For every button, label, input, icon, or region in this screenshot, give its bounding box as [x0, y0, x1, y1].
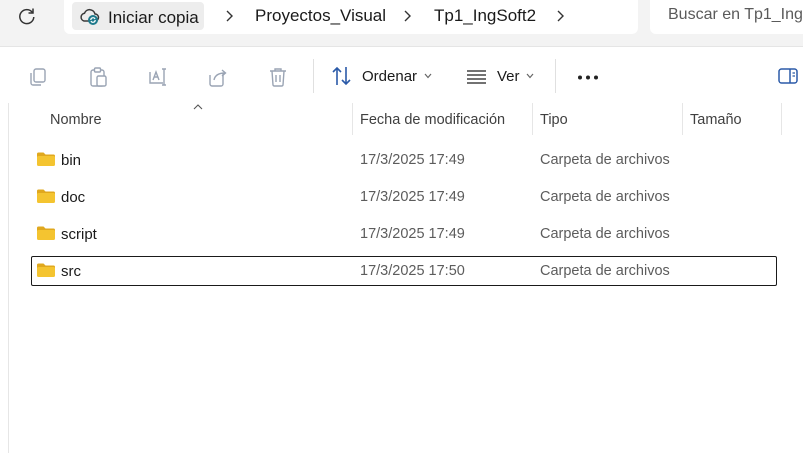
column-divider[interactable]: [532, 103, 533, 135]
paste-icon[interactable]: [87, 66, 109, 88]
folder-icon: [37, 263, 55, 277]
table-row[interactable]: bin 17/3/2025 17:49 Carpeta de archivos: [31, 145, 777, 175]
sort-label: Ordenar: [362, 68, 418, 85]
file-modified: 17/3/2025 17:49: [360, 226, 465, 242]
search-input[interactable]: [668, 6, 803, 24]
column-divider[interactable]: [352, 103, 353, 135]
delete-icon[interactable]: [267, 66, 289, 88]
details-pane-icon[interactable]: [778, 68, 798, 84]
breadcrumb[interactable]: Iniciar copia Proyectos_Visual Tp1_IngSo…: [64, 0, 638, 34]
search-box[interactable]: [650, 0, 803, 34]
chevron-right-icon[interactable]: [555, 9, 565, 23]
file-name: doc: [61, 189, 86, 206]
refresh-icon[interactable]: [17, 6, 37, 26]
address-bar: Iniciar copia Proyectos_Visual Tp1_IngSo…: [0, 0, 803, 47]
view-list-icon: [467, 70, 486, 84]
file-type: Carpeta de archivos: [540, 263, 670, 279]
copy-icon[interactable]: [27, 66, 49, 88]
file-type: Carpeta de archivos: [540, 152, 670, 168]
sort-ascending-icon: [193, 104, 203, 110]
file-list: Nombre Fecha de modificación Tipo Tamaño…: [8, 103, 803, 453]
file-type: Carpeta de archivos: [540, 226, 670, 242]
toolbar-divider: [313, 59, 314, 93]
file-modified: 17/3/2025 17:49: [360, 152, 465, 168]
toolbar-divider: [555, 59, 556, 93]
view-label: Ver: [497, 68, 520, 85]
breadcrumb-item-proyectos-visual[interactable]: Proyectos_Visual: [255, 6, 386, 26]
column-header-type[interactable]: Tipo: [540, 112, 568, 128]
folder-icon: [37, 226, 55, 240]
column-divider[interactable]: [682, 103, 683, 135]
chevron-down-icon: [424, 73, 432, 79]
column-divider[interactable]: [781, 103, 782, 135]
column-header-name[interactable]: Nombre: [50, 112, 102, 128]
column-header-date[interactable]: Fecha de modificación: [360, 112, 505, 128]
chevron-right-icon[interactable]: [224, 9, 234, 23]
share-icon[interactable]: [207, 66, 229, 88]
table-row[interactable]: doc 17/3/2025 17:49 Carpeta de archivos: [31, 182, 777, 212]
file-modified: 17/3/2025 17:50: [360, 263, 465, 279]
rename-icon[interactable]: [147, 66, 169, 88]
more-options-icon[interactable]: [577, 75, 599, 80]
command-bar: Ordenar Ver: [0, 47, 803, 103]
file-name: src: [61, 263, 81, 280]
chevron-right-icon[interactable]: [402, 9, 412, 23]
chevron-down-icon: [526, 73, 534, 79]
file-name: bin: [61, 152, 82, 169]
cloud-sync-icon: [80, 8, 100, 25]
breadcrumb-item-tp1-ingsoft2[interactable]: Tp1_IngSoft2: [434, 6, 536, 26]
folder-icon: [37, 189, 55, 203]
file-modified: 17/3/2025 17:49: [360, 189, 465, 205]
breadcrumb-item-iniciar-copia[interactable]: Iniciar copia: [72, 2, 204, 30]
table-row[interactable]: script 17/3/2025 17:49 Carpeta de archiv…: [31, 219, 777, 249]
file-name: script: [61, 226, 97, 243]
folder-icon: [37, 152, 55, 166]
breadcrumb-label: Iniciar copia: [108, 8, 199, 27]
column-header-size[interactable]: Tamaño: [690, 112, 742, 128]
table-row-selected[interactable]: src 17/3/2025 17:50 Carpeta de archivos: [31, 256, 777, 286]
file-type: Carpeta de archivos: [540, 189, 670, 205]
sort-icon: [332, 66, 351, 86]
